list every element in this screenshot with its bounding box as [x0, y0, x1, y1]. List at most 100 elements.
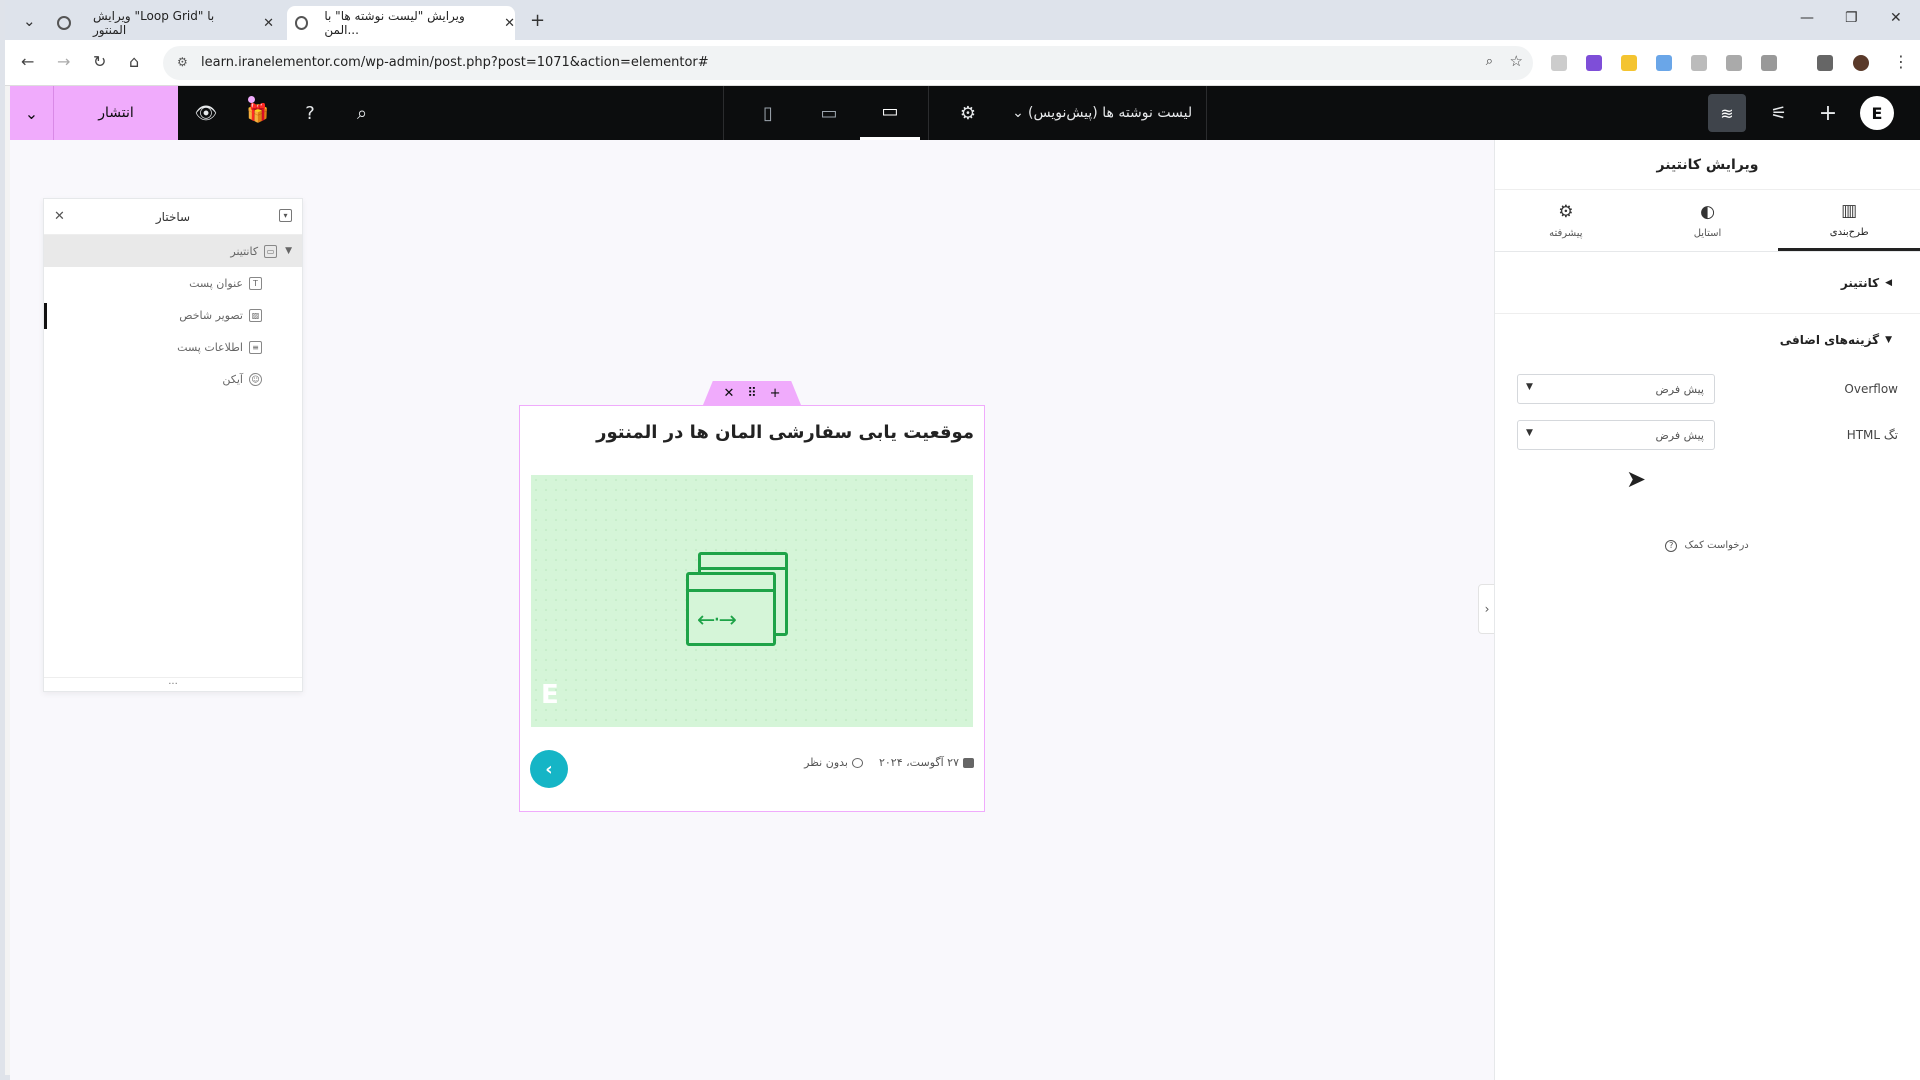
elementor-watermark-icon: E: [541, 680, 559, 710]
layout-icon: ▥: [1841, 200, 1858, 221]
navigator-item-post-title[interactable]: عنوان پست T: [44, 267, 302, 299]
url-text: learn.iranelementor.com/wp-admin/post.ph…: [201, 55, 709, 70]
minimize-icon[interactable]: —: [1800, 10, 1814, 26]
section-additional-options[interactable]: ▼ گزینه‌های اضافی: [1495, 314, 1920, 366]
container-handle[interactable]: ✕ ⠿ +: [703, 381, 801, 405]
help-icon[interactable]: ?: [287, 86, 333, 140]
select-value: پیش فرض: [1655, 429, 1704, 442]
contrast-icon: ◐: [1700, 202, 1715, 222]
tab-style[interactable]: ◐ استایل: [1637, 190, 1779, 251]
navigator-item-label: عنوان پست: [189, 276, 243, 290]
section-label: گزینه‌های اضافی: [1779, 333, 1880, 347]
desktop-device-icon[interactable]: ▭: [860, 86, 920, 140]
close-icon[interactable]: ✕: [263, 16, 274, 31]
collapse-all-icon[interactable]: ▾: [279, 209, 292, 222]
featured-image[interactable]: ←·→ E: [531, 475, 973, 727]
tablet-device-icon[interactable]: ▭: [799, 86, 859, 140]
search-icon[interactable]: ⌕: [339, 86, 385, 140]
elementor-topbar: ⌄ انتشار 👁 🎁 ? ⌕ ▯ ▭ ▭ ⚙ ⌄ لیست نوشته ها…: [10, 86, 1920, 140]
publish-options-button[interactable]: ⌄: [10, 86, 53, 140]
structure-navigator: ✕ ساختار ▾ کانتینر ▭ ▼ عنوان پست T تصویر…: [43, 198, 303, 692]
structure-layers-button[interactable]: ≋: [1708, 94, 1746, 132]
post-comments-text: بدون نظر: [804, 756, 848, 769]
navigator-item-container[interactable]: کانتینر ▭ ▼: [44, 235, 302, 267]
post-date: ۲۷ آگوست، ۲۰۲۴: [879, 756, 974, 769]
puzzle-icon[interactable]: [1761, 55, 1777, 71]
section-label: کانتینر: [1840, 275, 1880, 290]
close-icon[interactable]: ✕: [54, 209, 65, 224]
mobile-device-icon[interactable]: ▯: [738, 86, 798, 140]
tab-post-list[interactable]: ویرایش "لیست نوشته ها" با المن... ✕: [287, 6, 515, 40]
tab-label: پیشرفته: [1549, 228, 1583, 239]
site-info-icon[interactable]: ⚙: [177, 55, 188, 69]
container-icon: ▭: [264, 244, 278, 258]
post-title[interactable]: موقعیت یابی سفارشی المان ها در المنتور: [596, 422, 974, 443]
drag-icon[interactable]: ⠿: [747, 386, 757, 401]
gift-icon[interactable]: 🎁: [235, 86, 281, 140]
close-window-icon[interactable]: ✕: [1890, 10, 1902, 26]
menu-kebab-icon[interactable]: ⋮: [1893, 52, 1909, 71]
delete-icon[interactable]: ✕: [723, 386, 734, 401]
bookmark-star-icon[interactable]: ☆: [1510, 52, 1523, 70]
divider: [723, 86, 724, 140]
extension-icon[interactable]: [1586, 55, 1602, 71]
zoom-icon[interactable]: ⌕: [1486, 54, 1493, 69]
select-value: پیش فرض: [1655, 383, 1704, 396]
document-title[interactable]: لیست نوشته ها (پیش‌نویس): [1028, 86, 1192, 140]
section-container[interactable]: ◀ کانتینر: [1495, 252, 1920, 314]
post-date-text: ۲۷ آگوست، ۲۰۲۴: [878, 756, 959, 769]
shield-extension-icon[interactable]: [1726, 55, 1742, 71]
extension-icon[interactable]: [1656, 55, 1672, 71]
media-icon[interactable]: [1817, 55, 1833, 71]
camera-extension-icon[interactable]: [1551, 55, 1567, 71]
tab-search-icon[interactable]: ⌄: [23, 12, 36, 30]
post-info-icon: ≡: [249, 340, 262, 354]
post-info: ۲۷ آگوست، ۲۰۲۴ بدون نظر: [804, 756, 974, 769]
caret-down-icon: ▼: [1885, 335, 1892, 345]
navigator-item-icon[interactable]: آیکن ☺: [44, 363, 302, 395]
new-tab-button[interactable]: +: [530, 10, 545, 31]
help-label: درخواست کمک: [1684, 540, 1749, 551]
chevron-left-icon[interactable]: ‹: [530, 750, 568, 788]
restore-icon[interactable]: ❐: [1845, 10, 1858, 26]
post-title-icon: T: [249, 276, 262, 290]
loop-item-container[interactable]: موقعیت یابی سفارشی المان ها در المنتور ←…: [519, 405, 985, 812]
divider: [1206, 86, 1207, 140]
need-help-link[interactable]: درخواست کمک ?: [1494, 540, 1920, 552]
add-icon[interactable]: +: [770, 386, 781, 401]
tab-advanced[interactable]: ⚙ پیشرفته: [1495, 190, 1637, 251]
navigator-header: ✕ ساختار ▾: [44, 199, 302, 235]
navigator-item-post-info[interactable]: اطلاعات پست ≡: [44, 331, 302, 363]
settings-gear-icon[interactable]: ⚙: [945, 86, 991, 140]
control-label: تگ HTML: [1846, 428, 1898, 442]
publish-button[interactable]: انتشار: [53, 86, 178, 140]
close-icon[interactable]: ✕: [504, 16, 515, 31]
caret-down-icon[interactable]: ▼: [285, 246, 292, 256]
overflow-select[interactable]: پیش فرض ▼: [1517, 374, 1715, 404]
tab-layout[interactable]: ▥ طرح‌بندی: [1778, 190, 1920, 251]
elementor-logo[interactable]: E: [1860, 96, 1894, 130]
profile-avatar[interactable]: [1853, 55, 1869, 71]
navigator-resize-handle[interactable]: ...: [44, 677, 302, 691]
tab-loop-grid[interactable]: ویرایش "Loop Grid" با المنتور ✕: [49, 6, 274, 40]
reload-icon[interactable]: ↻: [93, 52, 106, 71]
site-settings-icon[interactable]: ⚟: [1756, 86, 1802, 140]
comment-icon: [851, 758, 863, 768]
navigator-item-label: آیکن: [222, 372, 243, 386]
url-field[interactable]: ⚙ learn.iranelementor.com/wp-admin/post.…: [163, 46, 1533, 80]
back-icon[interactable]: ←: [21, 52, 34, 71]
control-overflow: Overflow پیش فرض ▼: [1495, 366, 1920, 412]
preview-eye-icon[interactable]: 👁: [183, 86, 229, 140]
tab-strip: ⌄ ویرایش "Loop Grid" با المنتور ✕ ویرایش…: [5, 0, 1920, 40]
add-element-button[interactable]: +: [1805, 86, 1851, 140]
navigator-item-label: تصویر شاخص: [179, 308, 243, 322]
navigator-item-featured-image[interactable]: تصویر شاخص ▨: [44, 299, 302, 331]
html-tag-select[interactable]: پیش فرض ▼: [1517, 420, 1715, 450]
notification-dot: [248, 96, 255, 103]
browser-window: ⌄ ویرایش "Loop Grid" با المنتور ✕ ویرایش…: [0, 0, 1920, 1080]
extension-icon[interactable]: [1691, 55, 1707, 71]
home-icon[interactable]: ⌂: [129, 52, 139, 71]
extension-icon[interactable]: [1621, 55, 1637, 71]
panel-title: ویرایش کانتینر: [1495, 140, 1920, 190]
forward-icon[interactable]: →: [57, 52, 70, 71]
